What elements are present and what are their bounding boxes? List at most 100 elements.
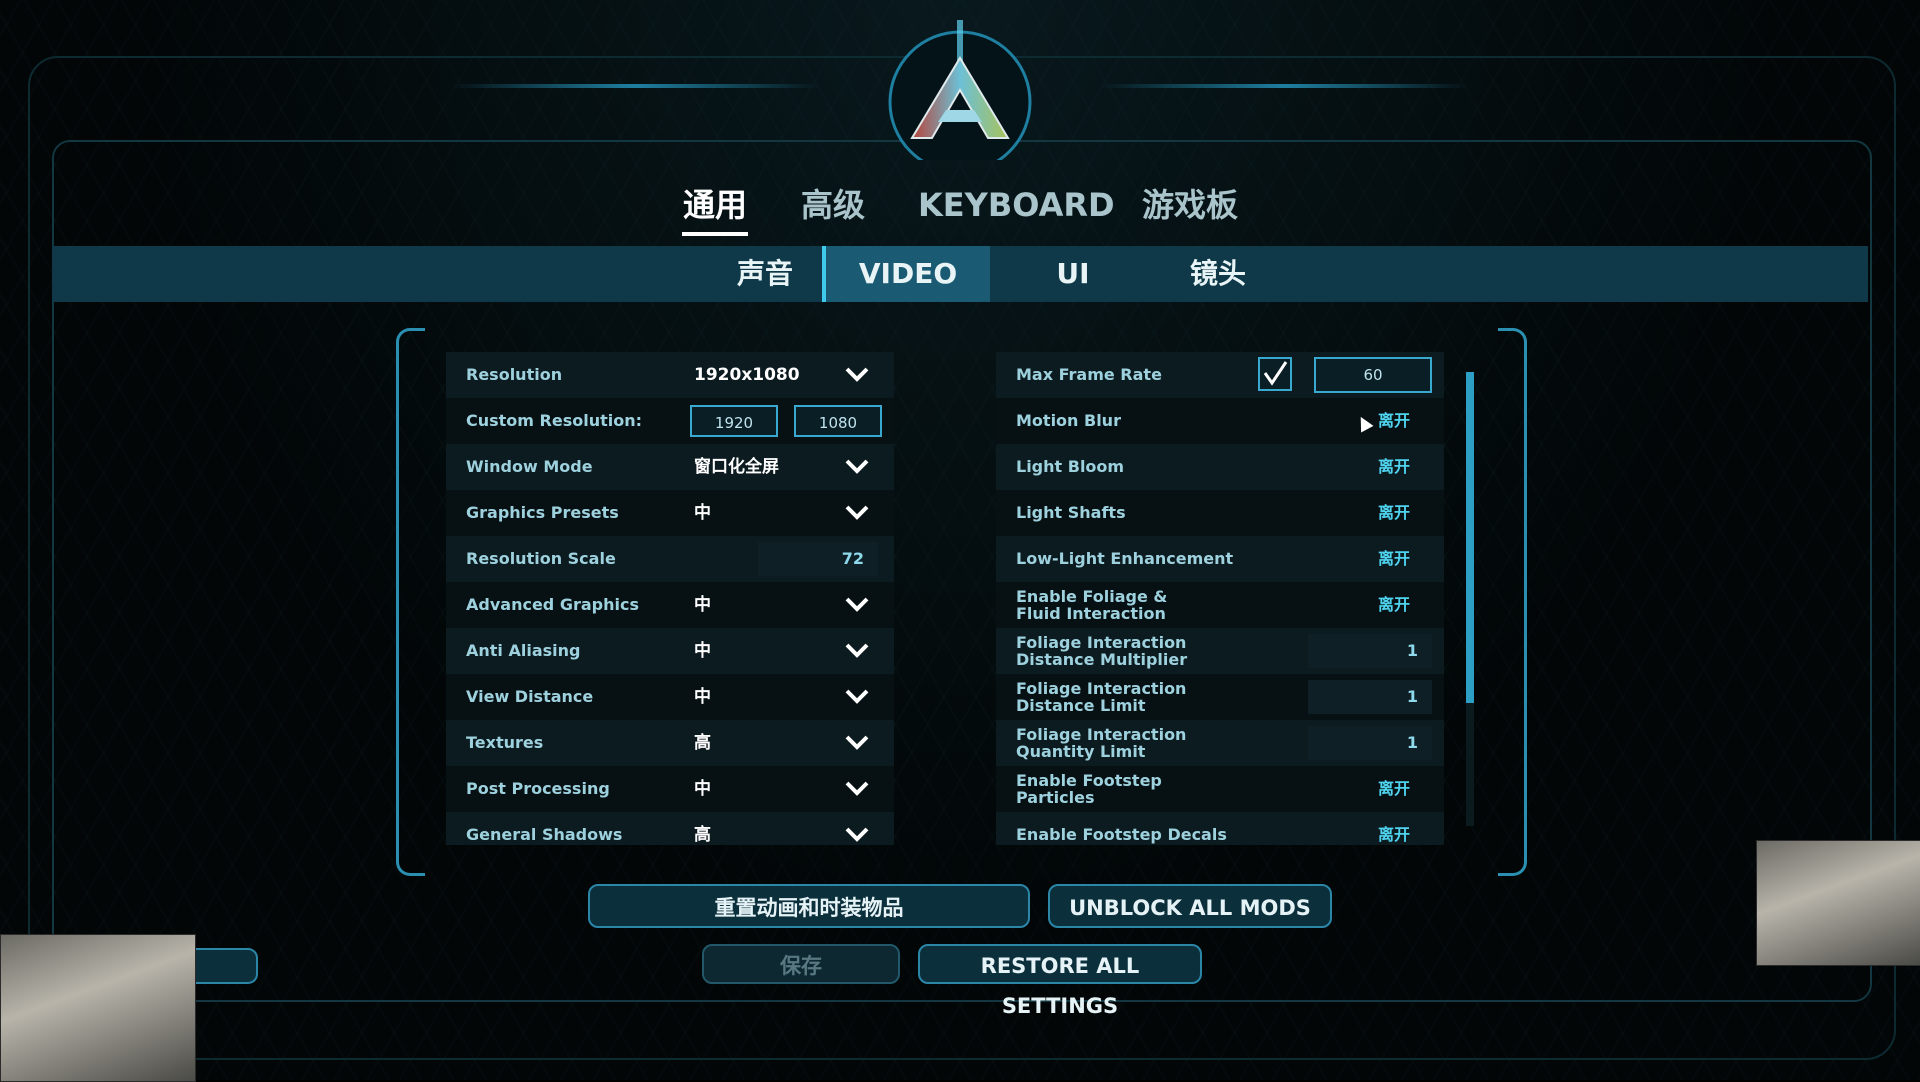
tab-general[interactable]: 通用 bbox=[682, 180, 748, 236]
setting-custom-resolution: Custom Resolution: 1920 1080 bbox=[446, 398, 894, 444]
chevron-down-icon[interactable] bbox=[844, 778, 870, 798]
setting-post-processing[interactable]: Post Processing 中 bbox=[446, 766, 894, 812]
setting-value: 1920x1080 bbox=[694, 365, 800, 385]
chevron-down-icon[interactable] bbox=[844, 364, 870, 384]
chevron-down-icon[interactable] bbox=[844, 824, 870, 844]
setting-foliage-distance-multiplier: Foliage Interaction Distance Multiplier … bbox=[996, 628, 1444, 674]
chevron-down-icon[interactable] bbox=[844, 686, 870, 706]
video-settings-left-panel: Resolution 1920x1080 Custom Resolution: … bbox=[446, 352, 894, 845]
restore-all-settings-button[interactable]: RESTORE ALL SETTINGS bbox=[918, 944, 1202, 1018]
setting-anti-aliasing[interactable]: Anti Aliasing 中 bbox=[446, 628, 894, 674]
save-button[interactable]: 保存 bbox=[702, 944, 900, 984]
setting-label: Advanced Graphics bbox=[466, 595, 639, 614]
unblock-all-mods-button[interactable]: UNBLOCK ALL MODS bbox=[1048, 884, 1332, 928]
setting-label: Post Processing bbox=[466, 779, 610, 798]
tab-sound[interactable]: 声音 bbox=[712, 246, 818, 302]
setting-value: 窗口化全屏 bbox=[694, 457, 779, 477]
toggle-value[interactable]: 离开 bbox=[1378, 582, 1410, 628]
setting-label: Foliage Interaction Quantity Limit bbox=[1016, 725, 1187, 761]
foliage-multiplier-input[interactable]: 1 bbox=[1308, 634, 1432, 668]
video-settings-right-panel: Max Frame Rate 60 Motion Blur 离开 Light B… bbox=[996, 352, 1444, 845]
foliage-distance-limit-input[interactable]: 1 bbox=[1308, 680, 1432, 714]
setting-label: Graphics Presets bbox=[466, 503, 619, 522]
setting-label: Anti Aliasing bbox=[466, 641, 581, 660]
setting-value: 中 bbox=[694, 503, 711, 523]
setting-value: 高 bbox=[694, 825, 711, 845]
setting-value: 中 bbox=[694, 595, 711, 615]
custom-height-input[interactable]: 1080 bbox=[794, 405, 882, 437]
max-frame-rate-checkbox[interactable] bbox=[1258, 357, 1292, 391]
setting-label: Enable Footstep Particles bbox=[1016, 771, 1162, 807]
toggle-value[interactable]: 离开 bbox=[1378, 398, 1410, 444]
setting-label: Motion Blur bbox=[1016, 411, 1121, 430]
setting-label: Enable Footstep Decals bbox=[1016, 825, 1227, 844]
setting-label: General Shadows bbox=[466, 825, 623, 844]
setting-label: Foliage Interaction Distance Limit bbox=[1016, 679, 1187, 715]
tab-camera[interactable]: 镜头 bbox=[1138, 246, 1298, 302]
setting-foliage-fluid-interaction[interactable]: Enable Foliage & Fluid Interaction 离开 bbox=[996, 582, 1444, 628]
setting-value: 中 bbox=[694, 641, 711, 661]
tab-gamepad[interactable]: 游戏板 bbox=[1142, 180, 1238, 232]
setting-label: Resolution bbox=[466, 365, 563, 384]
panel-bracket-left bbox=[396, 328, 425, 876]
setting-resolution[interactable]: Resolution 1920x1080 bbox=[446, 352, 894, 398]
setting-light-bloom[interactable]: Light Bloom 离开 bbox=[996, 444, 1444, 490]
tab-advanced[interactable]: 高级 bbox=[800, 180, 866, 232]
setting-footstep-decals[interactable]: Enable Footstep Decals 离开 bbox=[996, 812, 1444, 845]
header-glow-right bbox=[1100, 84, 1470, 88]
setting-light-shafts[interactable]: Light Shafts 离开 bbox=[996, 490, 1444, 536]
setting-view-distance[interactable]: View Distance 中 bbox=[446, 674, 894, 720]
setting-value: 中 bbox=[694, 779, 711, 799]
checkmark-icon bbox=[1263, 361, 1288, 386]
tab-video[interactable]: VIDEO bbox=[822, 246, 990, 302]
setting-advanced-graphics[interactable]: Advanced Graphics 中 bbox=[446, 582, 894, 628]
chevron-down-icon[interactable] bbox=[844, 502, 870, 522]
setting-textures[interactable]: Textures 高 bbox=[446, 720, 894, 766]
toggle-value[interactable]: 离开 bbox=[1378, 536, 1410, 582]
resolution-scale-input[interactable]: 72 bbox=[758, 542, 878, 576]
setting-label: Textures bbox=[466, 733, 544, 752]
foliage-quantity-limit-input[interactable]: 1 bbox=[1308, 726, 1432, 760]
scrollbar-thumb[interactable] bbox=[1466, 372, 1474, 704]
setting-foliage-quantity-limit: Foliage Interaction Quantity Limit 1 bbox=[996, 720, 1444, 766]
setting-label: Resolution Scale bbox=[466, 549, 616, 568]
chevron-down-icon[interactable] bbox=[844, 732, 870, 752]
toggle-value[interactable]: 离开 bbox=[1378, 766, 1410, 812]
chevron-down-icon[interactable] bbox=[844, 640, 870, 660]
reset-animations-button[interactable]: 重置动画和时装物品 bbox=[588, 884, 1030, 928]
setting-label: Light Shafts bbox=[1016, 503, 1126, 522]
setting-label: Max Frame Rate bbox=[1016, 365, 1162, 384]
custom-width-input[interactable]: 1920 bbox=[690, 405, 778, 437]
tab-keyboard[interactable]: KEYBOARD bbox=[918, 180, 1115, 232]
toggle-value[interactable]: 离开 bbox=[1378, 444, 1410, 490]
setting-label: Enable Foliage & Fluid Interaction bbox=[1016, 587, 1168, 623]
setting-label: Low-Light Enhancement bbox=[1016, 549, 1234, 568]
setting-label: View Distance bbox=[466, 687, 594, 706]
setting-resolution-scale: Resolution Scale 72 bbox=[446, 536, 894, 582]
setting-label: Window Mode bbox=[466, 457, 593, 476]
setting-value: 中 bbox=[694, 687, 711, 707]
setting-label: Light Bloom bbox=[1016, 457, 1125, 476]
setting-window-mode[interactable]: Window Mode 窗口化全屏 bbox=[446, 444, 894, 490]
setting-foliage-distance-limit: Foliage Interaction Distance Limit 1 bbox=[996, 674, 1444, 720]
setting-value: 高 bbox=[694, 733, 711, 753]
toggle-value[interactable]: 离开 bbox=[1378, 812, 1410, 845]
setting-motion-blur[interactable]: Motion Blur 离开 bbox=[996, 398, 1444, 444]
tab-ui[interactable]: UI bbox=[1008, 246, 1138, 302]
streamer-webcam-right bbox=[1756, 840, 1920, 966]
settings-scrollbar[interactable] bbox=[1466, 372, 1474, 826]
setting-label: Foliage Interaction Distance Multiplier bbox=[1016, 633, 1188, 669]
setting-footstep-particles[interactable]: Enable Footstep Particles 离开 bbox=[996, 766, 1444, 812]
toggle-value[interactable]: 离开 bbox=[1378, 490, 1410, 536]
max-frame-rate-input[interactable]: 60 bbox=[1314, 357, 1432, 393]
chevron-down-icon[interactable] bbox=[844, 594, 870, 614]
sub-tab-bar: 声音 VIDEO UI 镜头 bbox=[52, 246, 1868, 302]
setting-low-light-enhancement[interactable]: Low-Light Enhancement 离开 bbox=[996, 536, 1444, 582]
setting-label: Custom Resolution: bbox=[466, 411, 643, 430]
setting-graphics-presets[interactable]: Graphics Presets 中 bbox=[446, 490, 894, 536]
streamer-webcam-left bbox=[0, 934, 196, 1082]
setting-max-frame-rate: Max Frame Rate 60 bbox=[996, 352, 1444, 398]
setting-general-shadows[interactable]: General Shadows 高 bbox=[446, 812, 894, 845]
game-logo-icon bbox=[888, 20, 1032, 160]
chevron-down-icon[interactable] bbox=[844, 456, 870, 476]
